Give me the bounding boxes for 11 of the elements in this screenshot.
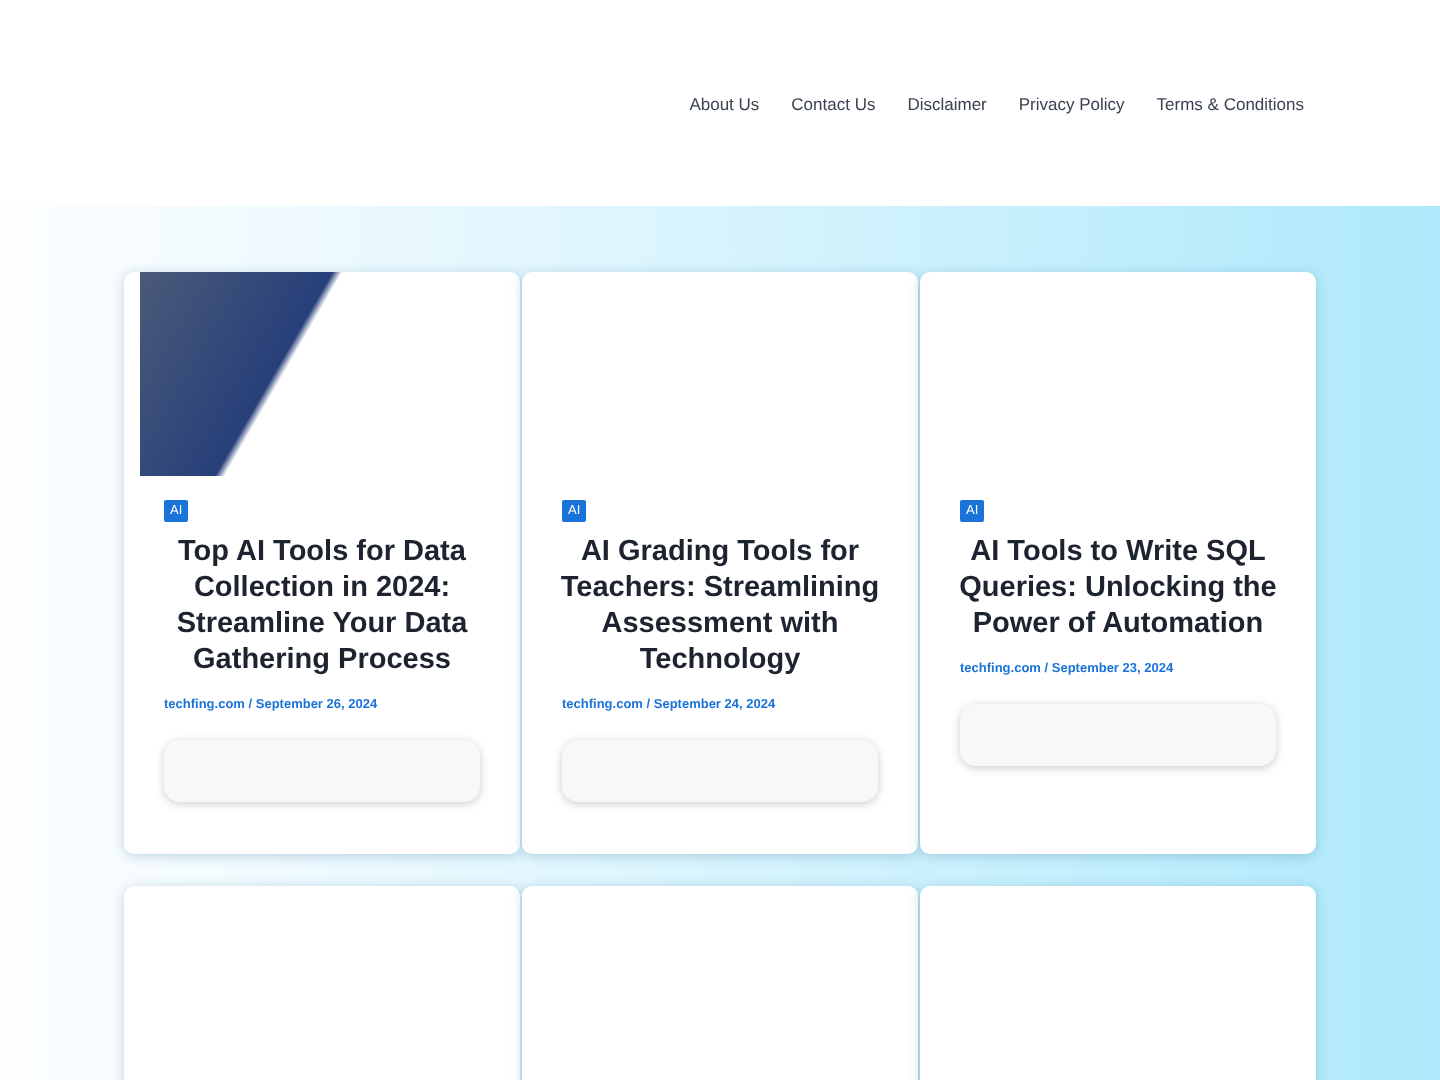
- read-more-button[interactable]: [562, 740, 878, 802]
- nav-link[interactable]: Disclaimer: [907, 93, 987, 113]
- post-title[interactable]: AI Tools to Write SQL Queries: Unlocking the Power of Automation: [944, 534, 1292, 642]
- read-more-button[interactable]: [960, 704, 1276, 766]
- post-title[interactable]: AI Grading Tools for Teachers: Streamlining Assessment with Technology: [546, 534, 894, 678]
- nav-link[interactable]: Terms & Conditions: [1156, 93, 1304, 113]
- post-title[interactable]: Top AI Tools for Data Collection in 2024: Streamline Your Data Gathering Process: [148, 534, 496, 678]
- nav-link[interactable]: About Us: [689, 93, 760, 113]
- nav-link[interactable]: Privacy Policy: [1018, 93, 1125, 113]
- read-more-button[interactable]: [164, 740, 480, 802]
- nav-link[interactable]: Contact Us: [791, 93, 876, 113]
